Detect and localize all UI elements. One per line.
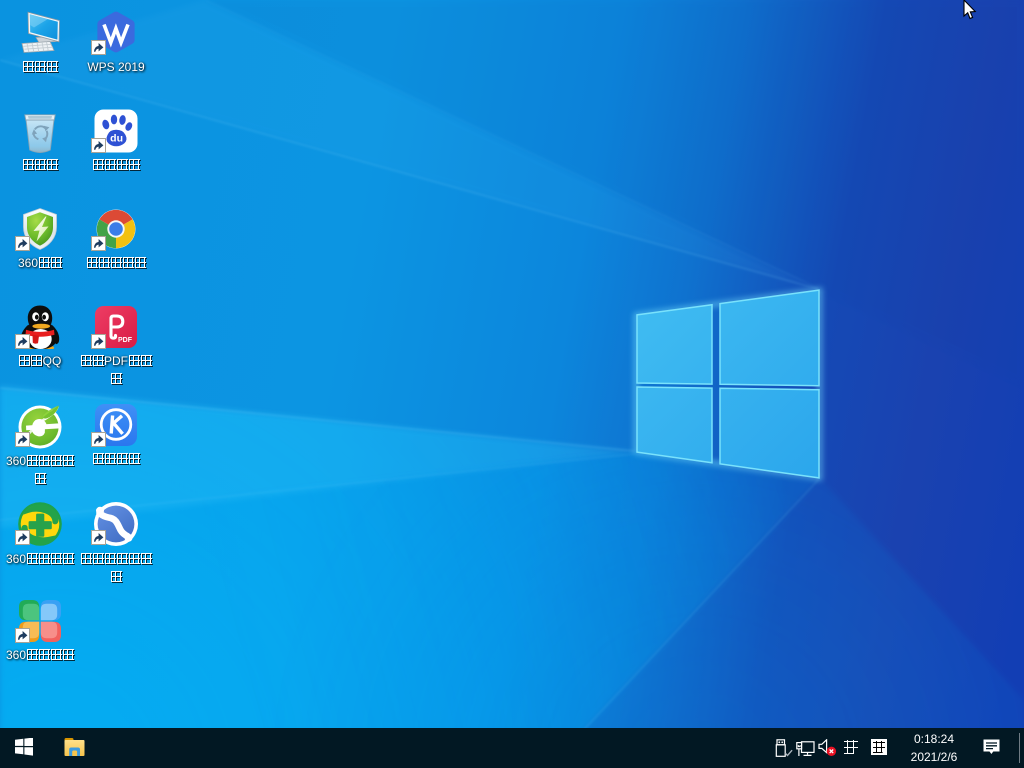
svg-text:PDF: PDF <box>118 337 133 344</box>
svg-text:du: du <box>110 133 123 145</box>
